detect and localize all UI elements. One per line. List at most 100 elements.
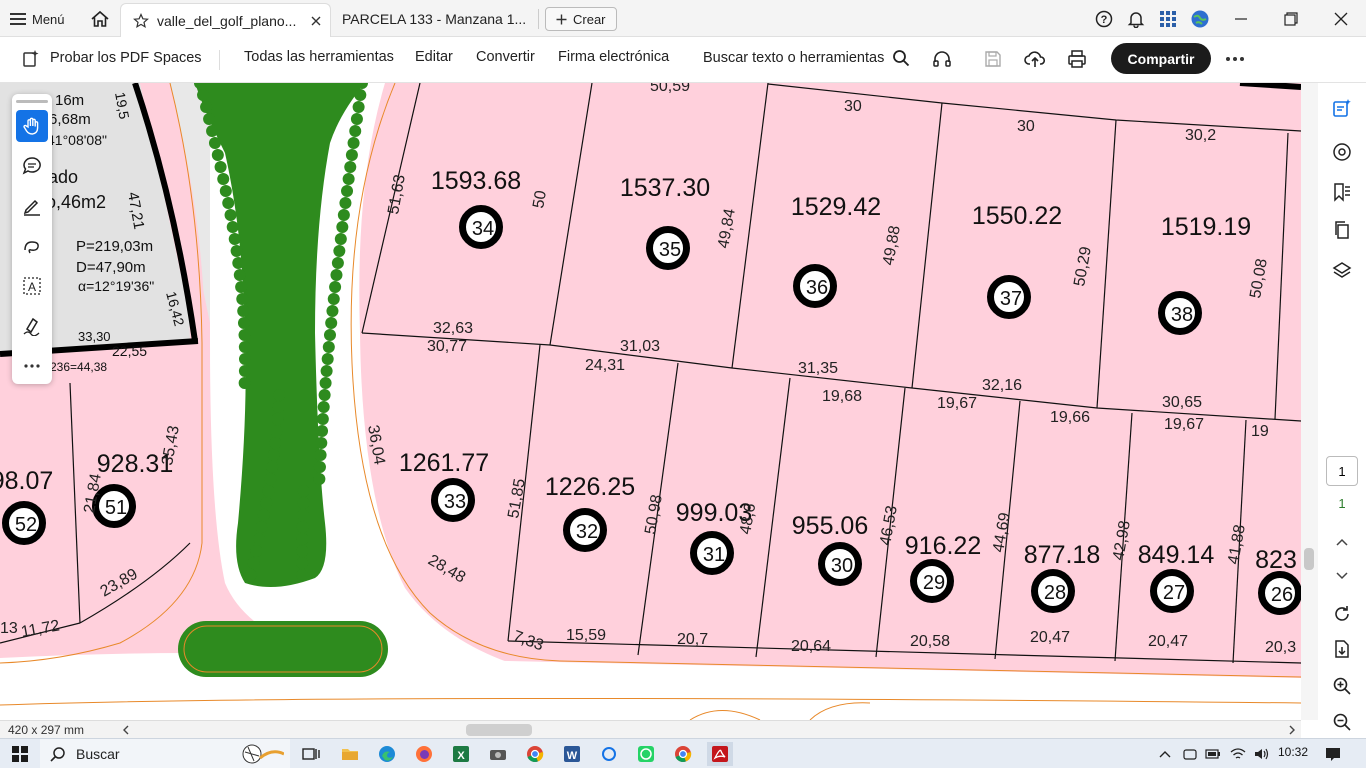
print-button[interactable] xyxy=(1066,48,1088,70)
horizontal-scroll-thumb[interactable] xyxy=(466,724,532,736)
lot-area-label: 1519.19 xyxy=(1161,213,1251,241)
zoom-out-button[interactable] xyxy=(1330,710,1354,734)
excel-icon: X xyxy=(453,746,469,762)
more-options-button[interactable] xyxy=(1224,48,1246,70)
taskbar-search[interactable]: Buscar xyxy=(40,739,290,768)
create-button[interactable]: Crear xyxy=(545,7,617,31)
save-button[interactable] xyxy=(982,48,1004,70)
svg-text:W: W xyxy=(567,750,578,762)
whatsapp-icon xyxy=(638,746,654,762)
layers-icon xyxy=(1332,262,1352,278)
svg-text:A: A xyxy=(28,280,36,294)
tray-chevron-icon[interactable] xyxy=(1158,749,1172,759)
taskbar-chrome-2[interactable] xyxy=(670,742,696,766)
bookmarks-panel-button[interactable] xyxy=(1330,180,1354,204)
edit-button[interactable]: Editar xyxy=(415,49,453,65)
taskbar-firefox[interactable] xyxy=(411,742,437,766)
avatar-globe-icon xyxy=(1191,10,1209,27)
comments-panel-button[interactable] xyxy=(1330,140,1354,164)
wifi-icon[interactable] xyxy=(1230,747,1246,761)
dimension-label: 30,2 xyxy=(1185,127,1216,144)
more-tools-button[interactable] xyxy=(16,350,48,382)
taskbar-camera[interactable] xyxy=(485,742,511,766)
help-button[interactable]: ? xyxy=(1088,0,1120,37)
corner-text: ado xyxy=(48,167,78,187)
taskbar-whatsapp[interactable] xyxy=(633,742,659,766)
vertical-scrollbar[interactable] xyxy=(1301,83,1318,720)
taskbar-acrobat[interactable] xyxy=(707,742,733,766)
menu-button[interactable]: Menú xyxy=(10,8,65,30)
next-page-button[interactable] xyxy=(1330,564,1354,588)
start-button[interactable] xyxy=(0,739,40,768)
corner-text: 6,68m xyxy=(49,111,91,128)
lot-area-label: 916.22 xyxy=(905,532,981,560)
at-comment-icon xyxy=(1333,143,1351,161)
lot-area-label: 955.06 xyxy=(792,512,868,540)
dimension-label: 20,7 xyxy=(677,631,708,648)
dimension-label: 30,77 xyxy=(427,338,467,355)
dimension-label: 20,3 xyxy=(1265,639,1296,656)
meet-now-icon[interactable] xyxy=(1183,747,1197,761)
share-button[interactable]: Compartir xyxy=(1111,43,1211,74)
document-viewport[interactable]: 16m 6,68m 41°08'08" ado o,46m2 P=219,03m… xyxy=(0,83,1301,720)
highlight-tool[interactable] xyxy=(16,190,48,222)
read-aloud-button[interactable] xyxy=(931,48,953,70)
misc-label: 33,30 xyxy=(78,329,111,344)
taskbar-chrome[interactable] xyxy=(522,742,548,766)
rotate-icon xyxy=(1335,606,1349,621)
notification-center-icon[interactable] xyxy=(1325,746,1341,762)
vertical-scroll-thumb[interactable] xyxy=(1304,548,1314,570)
taskbar-word[interactable]: W xyxy=(559,742,585,766)
profile-button[interactable] xyxy=(1184,0,1216,37)
taskbar-edge[interactable] xyxy=(374,742,400,766)
search-tools-button[interactable]: Buscar texto o herramientas xyxy=(703,49,910,67)
layers-panel-button[interactable] xyxy=(1330,258,1354,282)
tab-document-active[interactable]: valle_del_golf_plano... xyxy=(120,3,331,37)
volume-icon[interactable] xyxy=(1253,747,1269,761)
taskbar-explorer[interactable] xyxy=(337,742,363,766)
home-button[interactable] xyxy=(90,8,112,30)
apps-grid-icon xyxy=(1160,10,1176,27)
hand-tool[interactable] xyxy=(16,110,48,142)
taskbar-cortana[interactable] xyxy=(596,742,622,766)
tab-title: valle_del_golf_plano... xyxy=(157,12,297,29)
esign-button[interactable]: Firma electrónica xyxy=(558,49,669,65)
acrobat-window: Menú valle_del_golf_plano... PARCELA 133… xyxy=(0,0,1366,768)
close-window-button[interactable] xyxy=(1316,0,1366,37)
lot-number-label: 51 xyxy=(105,497,127,519)
scroll-right-icon[interactable] xyxy=(1288,725,1296,735)
restore-button[interactable] xyxy=(1266,0,1316,37)
tab-document-2[interactable]: PARCELA 133 - Manzana 1... xyxy=(342,3,532,35)
dimension-label: 19,67 xyxy=(937,395,977,412)
taskbar-excel[interactable]: X xyxy=(448,742,474,766)
current-page-input[interactable]: 1 xyxy=(1326,456,1358,486)
apps-button[interactable] xyxy=(1152,0,1184,37)
all-tools-button[interactable]: Todas las herramientas xyxy=(244,49,394,65)
convert-button[interactable]: Convertir xyxy=(476,49,535,65)
close-tab-icon[interactable] xyxy=(310,15,322,27)
palette-drag-handle[interactable] xyxy=(16,100,48,103)
lot-number-label: 34 xyxy=(472,218,494,240)
lot-area-label: 1593.68 xyxy=(431,167,521,195)
extract-button[interactable] xyxy=(1330,637,1354,661)
scroll-left-icon[interactable] xyxy=(122,725,130,735)
upload-button[interactable] xyxy=(1024,48,1046,70)
search-highlight-icon xyxy=(242,744,284,764)
task-view-button[interactable] xyxy=(298,742,324,766)
text-tool[interactable]: A xyxy=(16,270,48,302)
previous-page-button[interactable] xyxy=(1330,530,1354,554)
comment-tool[interactable] xyxy=(16,150,48,182)
status-bar: 420 x 297 mm xyxy=(0,720,1301,738)
minimize-button[interactable] xyxy=(1216,0,1266,37)
lot-number-label: 30 xyxy=(831,555,853,577)
battery-icon[interactable] xyxy=(1205,747,1221,761)
text-box-icon: A xyxy=(23,277,41,295)
sign-tool[interactable] xyxy=(16,310,48,342)
zoom-in-button[interactable] xyxy=(1330,674,1354,698)
pages-panel-button[interactable] xyxy=(1330,218,1354,242)
rotate-button[interactable] xyxy=(1330,602,1354,626)
draw-tool[interactable] xyxy=(16,230,48,262)
notifications-button[interactable] xyxy=(1120,0,1152,37)
ai-assistant-button[interactable] xyxy=(1330,96,1354,120)
pdf-spaces-button[interactable]: Probar los PDF Spaces xyxy=(22,48,202,68)
